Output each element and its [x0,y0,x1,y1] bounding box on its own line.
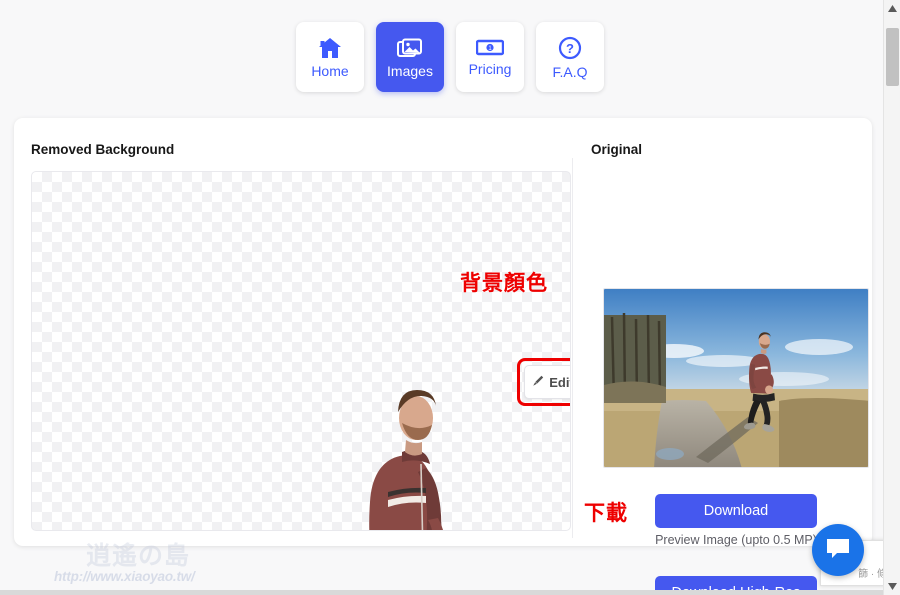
cutout-person-image [369,390,443,530]
chat-bubble-icon [825,536,851,565]
nav-tile-home[interactable]: Home [296,22,364,92]
nav-tile-faq[interactable]: ? F.A.Q [536,22,604,92]
main-navigation: Home Images 1 Pricing ? F.A.Q [0,22,900,92]
removed-background-title: Removed Background [31,142,175,157]
svg-text:?: ? [566,41,574,56]
vertical-scrollbar[interactable] [883,0,900,595]
banknote-icon: 1 [476,39,504,57]
nav-label-images: Images [387,62,433,79]
chat-button[interactable] [812,524,864,576]
nav-label-home: Home [311,62,349,79]
brush-icon [532,375,544,390]
page-root: Home Images 1 Pricing ? F.A.Q Removed Ba… [0,0,900,595]
annotation-label-background-color: 背景顏色 [460,272,548,295]
nav-tile-images[interactable]: Images [376,22,444,92]
result-card: Removed Background Original Edi 背景顏色 下載 … [14,118,872,595]
original-image [603,288,869,468]
nav-label-pricing: Pricing [468,60,512,77]
annotation-label-download: 下載 [584,502,628,525]
scroll-up-arrow-icon[interactable] [884,0,900,17]
nav-label-faq: F.A.Q [552,63,588,80]
edit-button[interactable]: Edit [524,365,570,399]
edit-button-label: Edit [549,374,570,390]
watermark-url: http://www.xiaoyao.tw/ [54,569,195,584]
images-icon [397,37,423,59]
scrollbar-thumb[interactable] [886,28,899,86]
horizontal-scrollbar[interactable] [0,590,883,595]
download-button[interactable]: Download [655,494,817,528]
panel-divider [572,158,573,538]
scroll-down-arrow-icon[interactable] [884,578,900,595]
nav-tile-pricing[interactable]: 1 Pricing [456,22,524,92]
home-icon [318,37,342,59]
question-icon: ? [558,36,582,60]
original-title: Original [591,142,643,157]
removed-background-canvas[interactable]: Edit [31,171,571,531]
